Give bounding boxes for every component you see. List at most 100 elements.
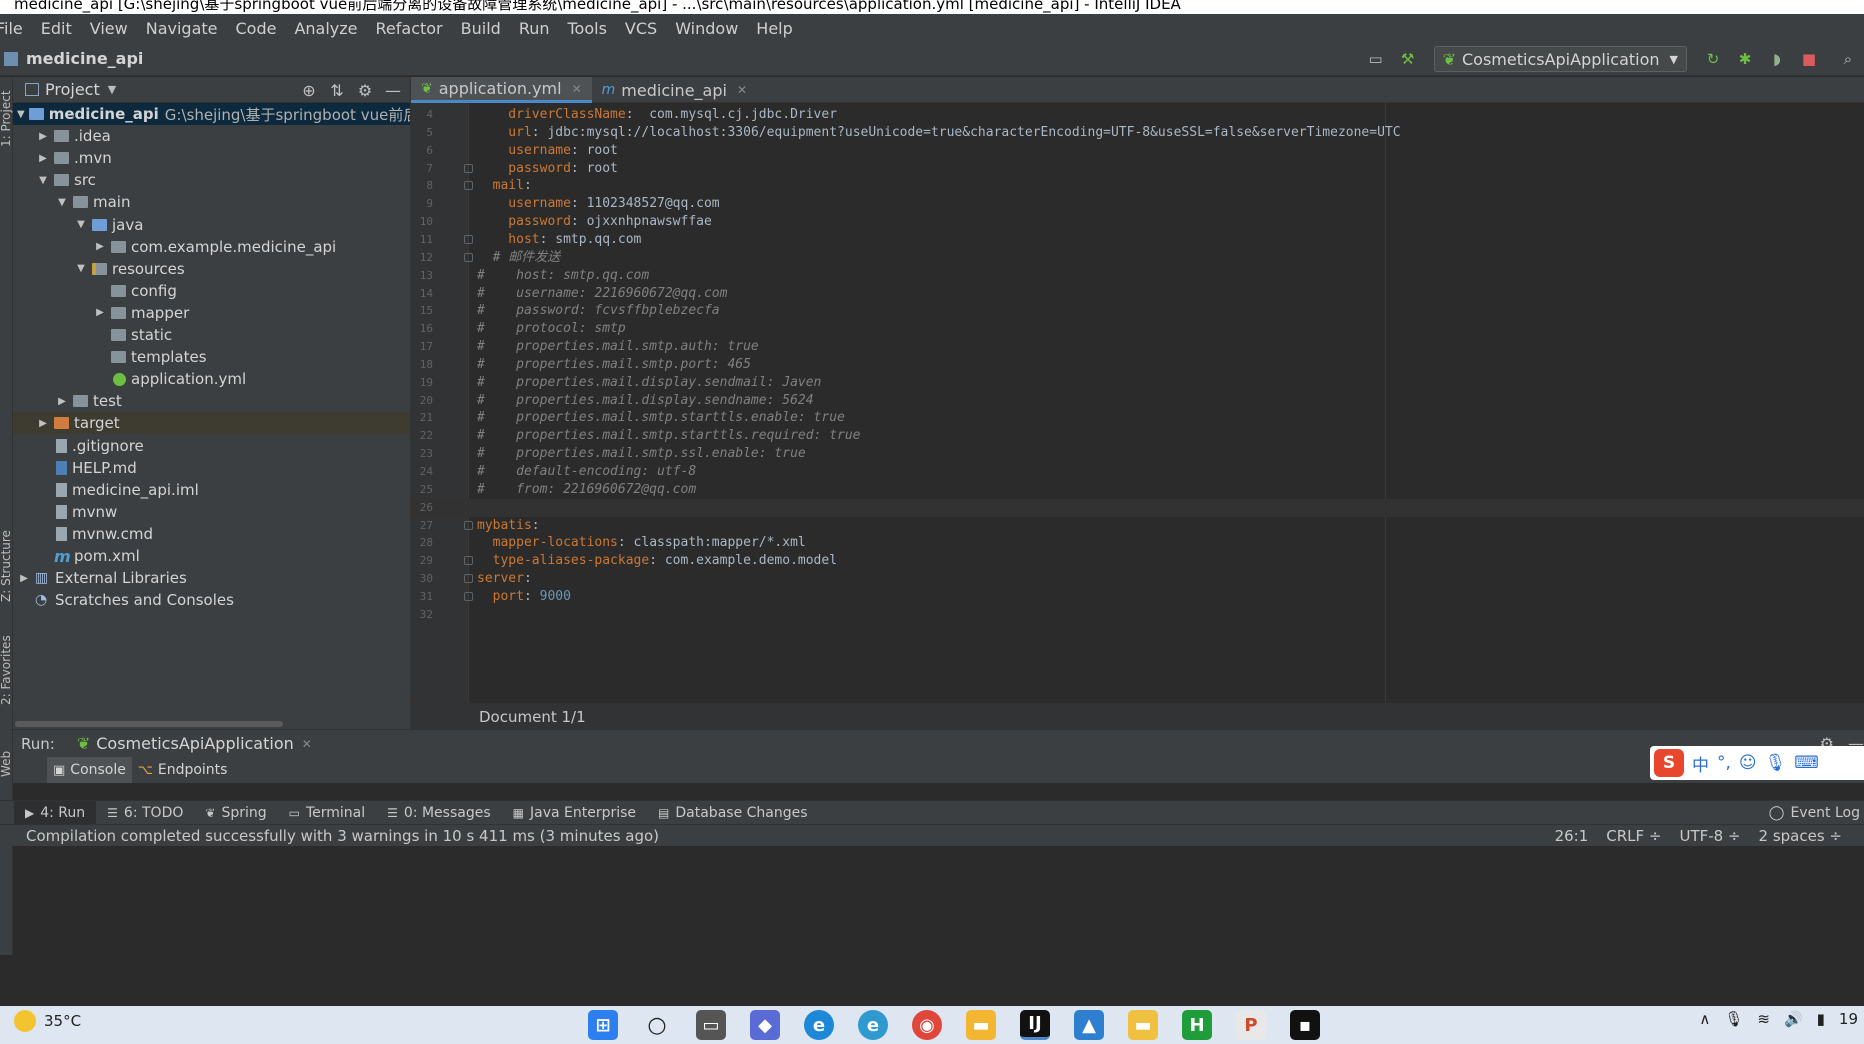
tree-item[interactable]: .gitignore <box>13 435 410 457</box>
collapse-arrow-icon[interactable]: ▶ <box>93 307 107 318</box>
tree-item[interactable]: ▼ resources <box>13 258 410 280</box>
menu-file[interactable]: File <box>0 19 23 38</box>
expand-arrow-icon[interactable]: ▼ <box>17 109 25 120</box>
battery-icon[interactable]: ▮ <box>1817 1010 1825 1028</box>
code-line[interactable]: 30 server: <box>411 570 1864 588</box>
menu-tools[interactable]: Tools <box>568 19 607 38</box>
caret-position[interactable]: 26:1 <box>1555 827 1589 845</box>
run-console-output[interactable] <box>13 783 1864 797</box>
code-line[interactable]: 9 username: 1102348527@qq.com <box>411 195 1864 213</box>
code-line[interactable]: 25 # from: 2216960672@qq.com <box>411 481 1864 499</box>
microphone-icon[interactable]: 🎙 <box>1724 1010 1743 1028</box>
chrome-icon[interactable]: ◉ <box>912 1010 942 1040</box>
photos-icon[interactable]: ▲ <box>1074 1010 1104 1040</box>
file-encoding[interactable]: UTF-8 ÷ <box>1679 827 1740 845</box>
subtab-endpoints[interactable]: ⌥ Endpoints <box>132 757 234 783</box>
code-line[interactable]: 13 # host: smtp.qq.com <box>411 267 1864 285</box>
code-line[interactable]: 23 # properties.mail.smtp.ssl.enable: tru… <box>411 445 1864 463</box>
build-hammer-icon[interactable]: ⚒ <box>1399 50 1417 68</box>
tool-tab[interactable]: ▭ Terminal <box>278 801 377 825</box>
tree-item[interactable]: ▶ .mvn <box>13 147 410 169</box>
cmd-icon[interactable]: ▪ <box>1290 1010 1320 1040</box>
fold-marker-icon[interactable] <box>464 234 473 244</box>
fold-marker-icon[interactable] <box>464 556 473 566</box>
ime-toolbar[interactable]: S 中 °, ☺ 🎙 ⌨ <box>1650 746 1864 780</box>
tool-tab[interactable]: ❦ Spring <box>194 801 277 825</box>
code-line[interactable]: 14 # username: 2216960672@qq.com <box>411 285 1864 303</box>
expand-arrow-icon[interactable]: ▼ <box>55 197 69 208</box>
close-icon[interactable]: ✕ <box>737 83 747 97</box>
code-line[interactable]: 29 type-aliases-package: com.example.dem… <box>411 552 1864 570</box>
event-log-tab[interactable]: ◯ Event Log <box>1769 801 1864 825</box>
menu-run[interactable]: Run <box>519 19 550 38</box>
collapse-arrow-icon[interactable]: ▶ <box>36 153 50 164</box>
wifi-icon[interactable]: ≋ <box>1757 1010 1770 1028</box>
code-line[interactable]: 24 # default-encoding: utf-8 <box>411 463 1864 481</box>
speaker-icon[interactable]: 🔊 <box>1784 1010 1803 1028</box>
tree-item[interactable]: mvnw <box>13 501 410 523</box>
code-line[interactable]: 15 # password: fcvsffbplebzecfa <box>411 302 1864 320</box>
code-line[interactable]: 5 url: jdbc:mysql://localhost:3306/equip… <box>411 124 1864 142</box>
run-tab[interactable]: ❦ CosmeticsApiApplication ✕ <box>77 734 312 753</box>
expand-arrow-icon[interactable]: ▼ <box>36 175 50 186</box>
code-line[interactable]: 20 # properties.mail.display.sendname: 56… <box>411 392 1864 410</box>
collapse-arrow-icon[interactable]: ▶ <box>93 241 107 252</box>
menu-edit[interactable]: Edit <box>41 19 72 38</box>
code-line[interactable]: 12 # 邮件发送 <box>411 249 1864 267</box>
fold-marker-icon[interactable] <box>464 520 473 530</box>
debug-bug-icon[interactable]: ✱ <box>1736 50 1754 68</box>
tree-item[interactable]: ▶ .idea <box>13 125 410 147</box>
terminal-icon[interactable]: ▭ <box>1367 50 1385 68</box>
menu-build[interactable]: Build <box>461 19 501 38</box>
gear-icon[interactable]: ⚙ <box>356 79 374 101</box>
windows-start-icon[interactable]: ⊞ <box>588 1010 618 1040</box>
file-explorer-icon[interactable]: ▬ <box>966 1010 996 1040</box>
code-line[interactable]: 26 <box>411 498 1864 517</box>
locate-file-icon[interactable]: ⊕ <box>300 79 318 101</box>
tree-item[interactable]: static <box>13 324 410 346</box>
rerun-icon[interactable]: ↻ <box>1704 50 1722 68</box>
microphone-icon[interactable]: 🎙 <box>1765 753 1787 773</box>
tree-item[interactable]: ▶ ▥ External Libraries <box>13 567 410 589</box>
editor-tab[interactable]: m medicine_api ✕ <box>592 77 757 103</box>
code-line[interactable]: 10 password: ojxxnhpnawswffae <box>411 213 1864 231</box>
tree-item[interactable]: ▼ java <box>13 214 410 236</box>
edge-icon[interactable]: e <box>804 1010 834 1040</box>
tree-item[interactable]: ◔ Scratches and Consoles <box>13 589 410 611</box>
side-tab-project[interactable]: 1: Project <box>0 90 13 147</box>
side-tab-favorites[interactable]: 2: Favorites <box>0 635 13 705</box>
collapse-arrow-icon[interactable]: ▶ <box>36 131 50 142</box>
code-line[interactable]: 21 # properties.mail.smtp.starttls.enable… <box>411 409 1864 427</box>
tree-item[interactable]: ▶ test <box>13 390 410 412</box>
fold-marker-icon[interactable] <box>464 181 473 191</box>
menu-window[interactable]: Window <box>675 19 738 38</box>
close-icon[interactable]: ✕ <box>302 737 312 751</box>
code-line[interactable]: 4 driverClassName: com.mysql.cj.jdbc.Dri… <box>411 106 1864 124</box>
line-separator[interactable]: CRLF ÷ <box>1606 827 1661 845</box>
code-line[interactable]: 27 mybatis: <box>411 517 1864 535</box>
expand-arrow-icon[interactable]: ▼ <box>74 219 88 230</box>
tree-item[interactable]: HELP.md <box>13 457 410 479</box>
code-line[interactable]: 6 username: root <box>411 142 1864 160</box>
menu-view[interactable]: View <box>90 19 128 38</box>
tree-item[interactable]: ▼ src <box>13 169 410 191</box>
intellij-icon[interactable]: IJ <box>1020 1010 1050 1040</box>
tree-item[interactable]: medicine_api.iml <box>13 479 410 501</box>
collapse-arrow-icon[interactable]: ▶ <box>17 573 31 584</box>
code-line[interactable]: 17 # properties.mail.smtp.auth: true <box>411 338 1864 356</box>
weather-widget[interactable]: 35°C <box>14 1010 81 1032</box>
status-message[interactable]: Compilation completed successfully with … <box>26 827 659 845</box>
code-line[interactable]: 18 # properties.mail.smtp.port: 465 <box>411 356 1864 374</box>
menu-navigate[interactable]: Navigate <box>146 19 218 38</box>
expand-arrow-icon[interactable]: ▼ <box>74 263 88 274</box>
hbuilder-icon[interactable]: H <box>1182 1010 1212 1040</box>
chevron-up-icon[interactable]: ∧ <box>1699 1010 1710 1028</box>
tool-tab[interactable]: ☰ 6: TODO <box>96 801 194 825</box>
menu-help[interactable]: Help <box>756 19 792 38</box>
tree-item[interactable]: config <box>13 280 410 302</box>
search-icon[interactable]: ⌕ <box>1839 50 1857 68</box>
code-line[interactable]: 31 port: 9000 <box>411 588 1864 606</box>
emoji-icon[interactable]: ☺ <box>1739 753 1757 773</box>
collapse-arrow-icon[interactable]: ▶ <box>55 396 69 407</box>
tree-item[interactable]: application.yml <box>13 368 410 390</box>
